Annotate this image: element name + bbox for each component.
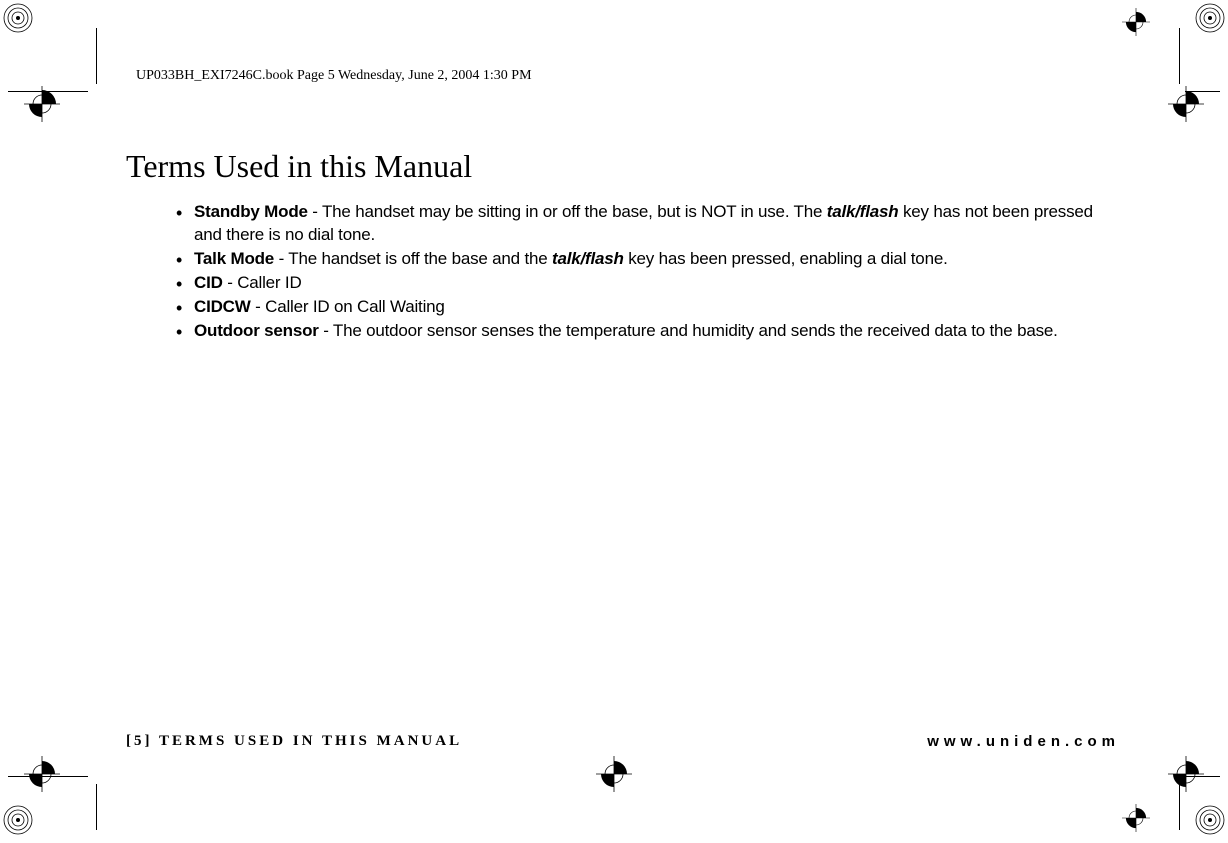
term-text: - The outdoor sensor senses the temperat…: [319, 321, 1058, 340]
term-item: Standby Mode - The handset may be sittin…: [176, 201, 1120, 247]
registration-mark-icon: [24, 86, 60, 122]
crop-mark: [96, 784, 97, 830]
content-area: Terms Used in this Manual Standby Mode -…: [126, 148, 1120, 344]
registration-mark-icon: [1168, 86, 1204, 122]
crop-mark: [96, 28, 97, 84]
registration-mark-icon: [1192, 802, 1228, 838]
registration-mark-icon: [0, 0, 36, 36]
term-name: Talk Mode: [194, 249, 274, 268]
term-item: Talk Mode - The handset is off the base …: [176, 248, 1120, 271]
registration-mark-icon: [0, 802, 36, 838]
terms-list: Standby Mode - The handset may be sittin…: [126, 201, 1120, 343]
registration-mark-icon: [1122, 804, 1150, 832]
term-item: Outdoor sensor - The outdoor sensor sens…: [176, 320, 1120, 343]
term-name: CID: [194, 273, 223, 292]
registration-mark-icon: [596, 756, 632, 792]
term-name: Outdoor sensor: [194, 321, 319, 340]
term-text: - The handset is off the base and the: [274, 249, 552, 268]
term-item: CIDCW - Caller ID on Call Waiting: [176, 296, 1120, 319]
term-text: key has been pressed, enabling a dial to…: [624, 249, 948, 268]
registration-mark-icon: [1168, 756, 1204, 792]
crop-mark: [1179, 28, 1180, 84]
term-text: - Caller ID on Call Waiting: [251, 297, 445, 316]
term-key: talk/flash: [827, 202, 899, 221]
footer-left: [5] TERMS USED IN THIS MANUAL: [126, 733, 462, 750]
registration-mark-icon: [24, 756, 60, 792]
registration-mark-icon: [1192, 0, 1228, 36]
term-name: Standby Mode: [194, 202, 308, 221]
page-container: UP033BH_EXI7246C.book Page 5 Wednesday, …: [8, 28, 1220, 830]
page-footer: [5] TERMS USED IN THIS MANUAL www.uniden…: [126, 733, 1120, 750]
term-text: - The handset may be sitting in or off t…: [308, 202, 827, 221]
term-name: CIDCW: [194, 297, 251, 316]
term-key: talk/flash: [552, 249, 624, 268]
footer-right: www.uniden.com: [927, 733, 1120, 750]
term-item: CID - Caller ID: [176, 272, 1120, 295]
term-text: - Caller ID: [223, 273, 302, 292]
page-title: Terms Used in this Manual: [126, 148, 1120, 185]
header-meta: UP033BH_EXI7246C.book Page 5 Wednesday, …: [136, 68, 532, 84]
registration-mark-icon: [1122, 8, 1150, 36]
